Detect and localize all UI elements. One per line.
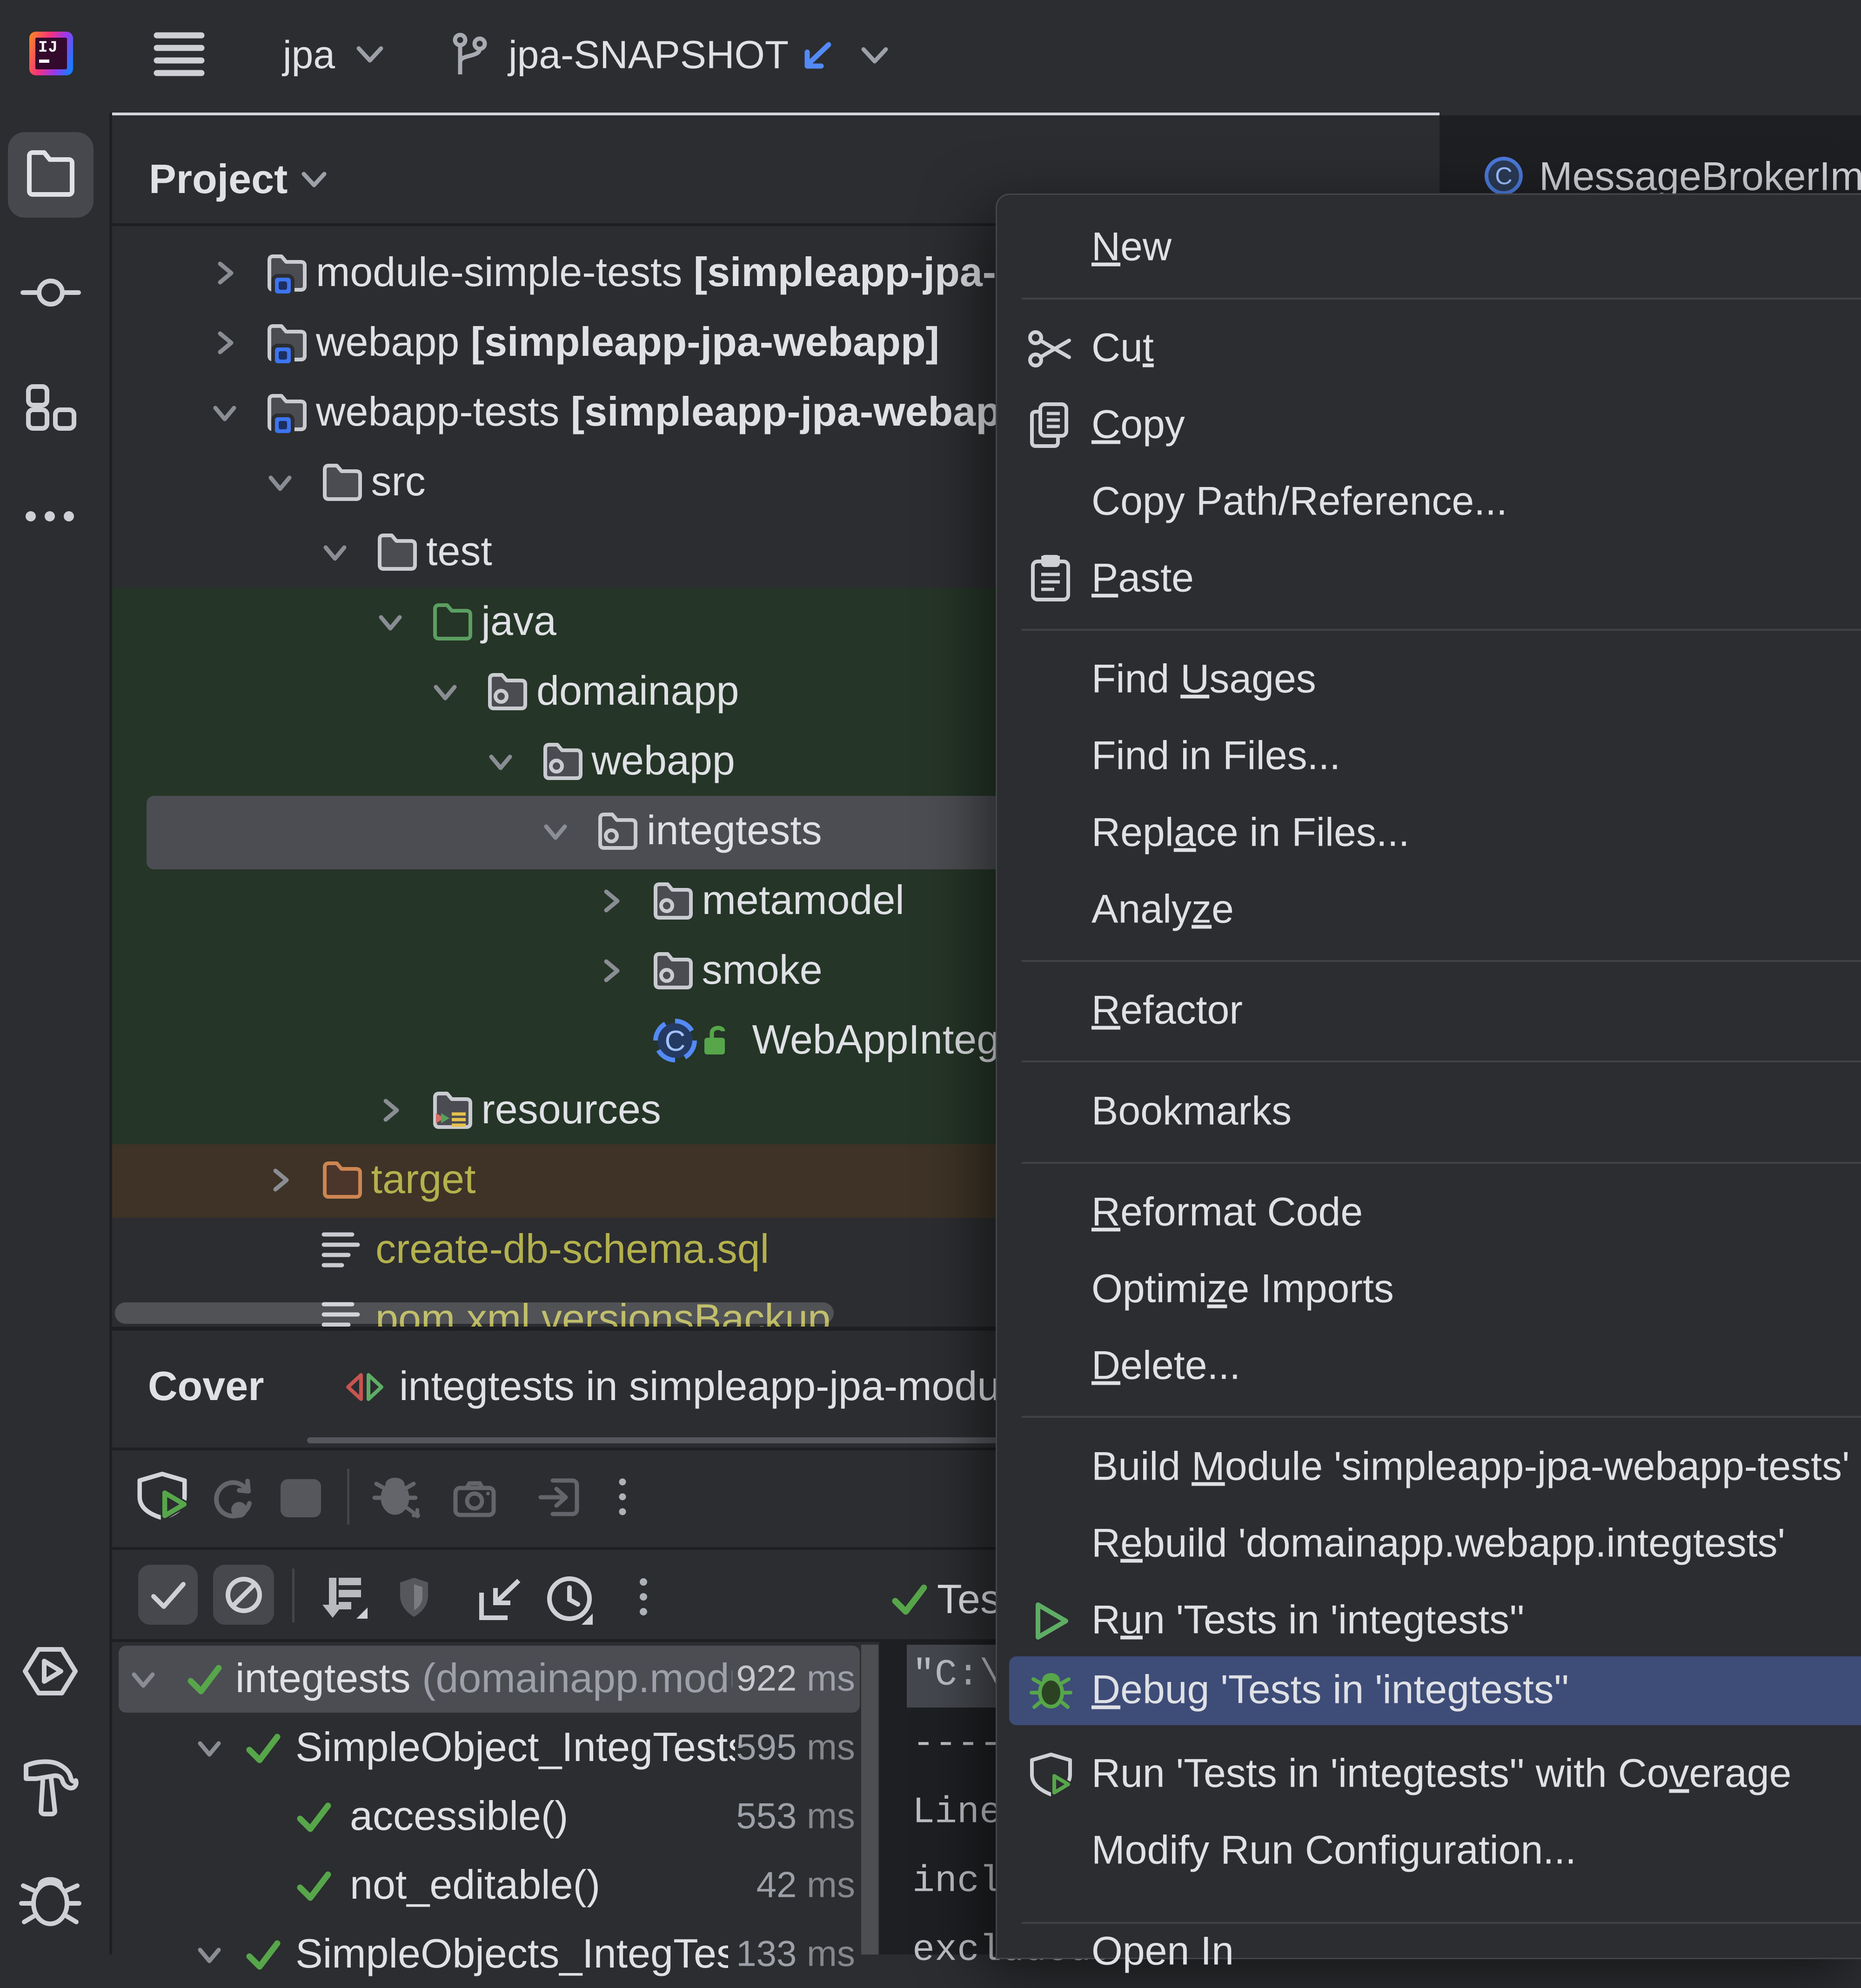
svg-text:C: C [664,1025,685,1057]
svg-text:C: C [1495,163,1513,190]
